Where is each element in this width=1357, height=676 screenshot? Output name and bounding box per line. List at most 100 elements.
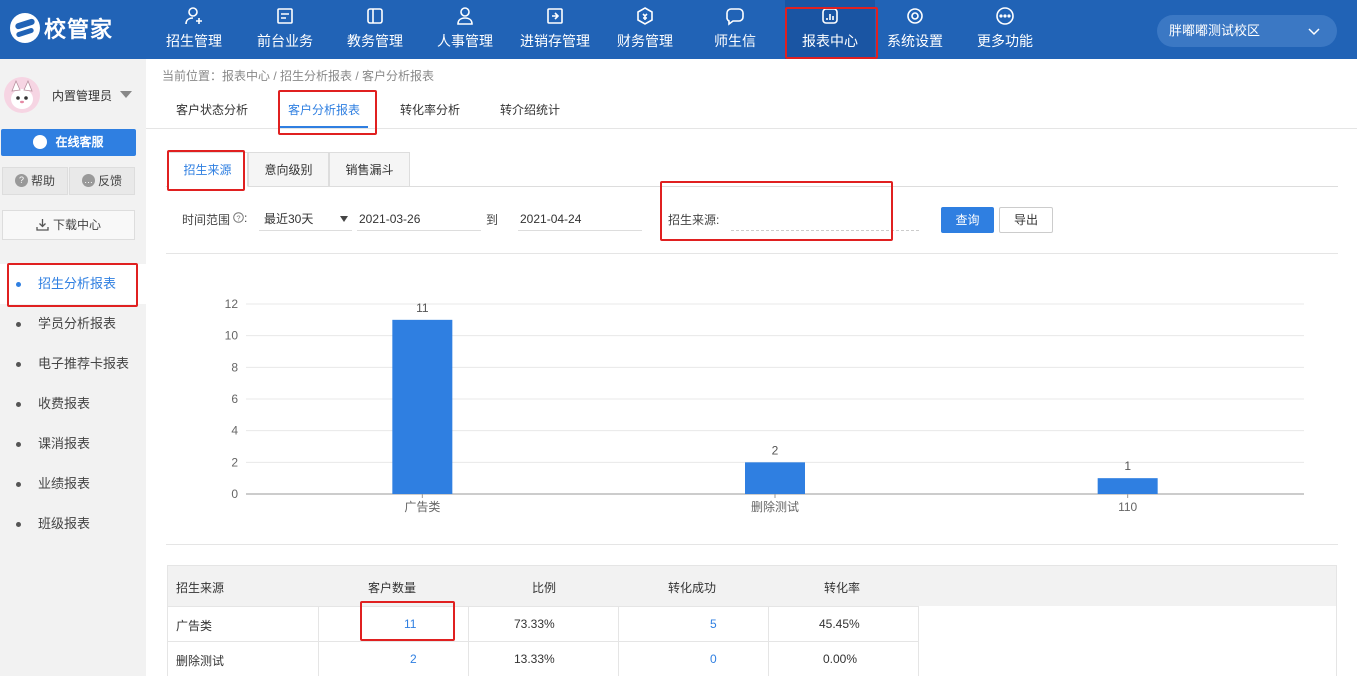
download-icon [36, 219, 49, 231]
y-tick-label: 10 [225, 329, 239, 343]
tab-customer-status[interactable]: 客户状态分析 [176, 101, 248, 118]
bar[interactable] [1097, 478, 1158, 494]
caret-down-icon [340, 216, 348, 222]
tab-conversion-rate[interactable]: 转化率分析 [400, 101, 460, 118]
svg-text:?: ? [236, 213, 240, 222]
subtab-sales-funnel[interactable]: 销售漏斗 [329, 152, 410, 187]
bar-value-label: 1 [1124, 459, 1131, 473]
table-cell-count-link[interactable]: 11 [404, 617, 416, 631]
campus-selector[interactable]: 胖嘟嘟测试校区 [1157, 15, 1337, 47]
more-icon [996, 7, 1014, 25]
tab-referral-stats[interactable]: 转介绍统计 [500, 101, 560, 118]
tabs-divider [146, 128, 1357, 129]
nav-item-inventory[interactable]: 进销存管理 [512, 0, 598, 59]
sidebar-item-performance-report[interactable]: 业绩报表 [0, 464, 146, 504]
sidebar-item-class-report[interactable]: 班级报表 [0, 504, 146, 544]
nav-item-admissions[interactable]: 招生管理 [151, 0, 237, 59]
y-tick-label: 2 [231, 455, 238, 469]
table-header [168, 566, 1336, 606]
user-add-icon [185, 7, 202, 25]
sidebar-item-admission-report[interactable]: 招生分析报表 [0, 264, 146, 304]
table-cell-ratio: 73.33% [514, 617, 555, 631]
header-source: 招生来源 [176, 581, 225, 595]
nav-item-settings[interactable]: 系统设置 [872, 0, 958, 59]
nav-item-finance[interactable]: 财务管理 [602, 0, 688, 59]
brand-name: 校管家 [44, 17, 114, 42]
sidebar-item-class-consumption-report[interactable]: 课消报表 [0, 424, 146, 464]
settings-icon [907, 8, 923, 24]
table-cell-count-link[interactable]: 2 [410, 652, 417, 666]
feedback-icon: … [81, 174, 95, 188]
bar[interactable] [745, 462, 805, 494]
y-tick-label: 8 [231, 360, 238, 374]
breadcrumb: 当前位置：报表中心 / 招生分析报表 / 客户分析报表 [162, 69, 435, 83]
header-converted: 转化成功 [668, 581, 717, 595]
time-range-colon: : [244, 211, 248, 225]
to-label: 到 [486, 213, 499, 227]
nav-item-reports[interactable]: 报表中心 [785, 0, 875, 59]
reception-icon [277, 8, 293, 24]
x-tick-label: 删除测试 [751, 499, 799, 514]
nav-item-front-desk[interactable]: 前台业务 [242, 0, 328, 59]
start-date-input[interactable] [357, 207, 481, 231]
user-menu[interactable]: 内置管理员 [0, 73, 146, 117]
table-cell-ratio: 13.33% [514, 652, 555, 666]
bullet-icon [16, 322, 21, 327]
subtab-admission-source[interactable]: 招生来源 [167, 152, 248, 187]
subtab-intent-level[interactable]: 意向级别 [248, 152, 329, 187]
bullet-icon [16, 362, 21, 367]
sidebar-item-fee-report[interactable]: 收费报表 [0, 384, 146, 424]
export-button[interactable]: 导出 [999, 207, 1053, 233]
help-button[interactable]: ? 帮助 [2, 167, 68, 195]
help-circle-icon[interactable]: ? [233, 212, 244, 223]
source-label: 招生来源: [668, 213, 720, 227]
bar-value-label: 2 [772, 443, 779, 457]
bar[interactable] [392, 319, 453, 494]
download-center-button[interactable]: 下载中心 [2, 210, 135, 240]
report-icon [822, 8, 838, 24]
end-date-input[interactable] [518, 207, 642, 231]
y-tick-label: 0 [231, 487, 238, 501]
book-icon [367, 8, 383, 24]
query-button[interactable]: 查询 [941, 207, 994, 233]
bullet-icon [16, 482, 21, 487]
top-navigation-bar: 校管家 招生管理 前台业务 教务管理 人事管理 进销存管理 财务管理 师生信 报… [0, 0, 1357, 59]
table-cell-rate: 45.45% [819, 617, 860, 631]
brand-logo[interactable]: 校管家 [10, 12, 113, 44]
online-service-button[interactable]: 在线客服 [1, 129, 136, 156]
avatar [4, 77, 40, 113]
nav-item-hr[interactable]: 人事管理 [422, 0, 508, 59]
source-input[interactable] [731, 211, 919, 231]
inventory-icon [547, 8, 563, 24]
table-cell-converted-link[interactable]: 5 [710, 617, 717, 631]
tab-customer-analysis[interactable]: 客户分析报表 [288, 101, 360, 118]
question-icon: ? [14, 174, 28, 188]
caret-down-icon [120, 91, 132, 98]
logo-icon [10, 13, 40, 43]
nav-item-messages[interactable]: 师生信 [692, 0, 778, 59]
message-icon [726, 8, 744, 26]
nav-item-academic[interactable]: 教务管理 [332, 0, 418, 59]
y-tick-label: 12 [225, 297, 239, 311]
sidebar-item-referral-card-report[interactable]: 电子推荐卡报表 [0, 344, 146, 384]
source-table: 招生来源 客户数量 比例 转化成功 转化率 广告类 11 73.33% 5 45… [167, 565, 1337, 676]
time-range-select[interactable]: 最近30天 [259, 207, 352, 231]
sidebar-item-student-report[interactable]: 学员分析报表 [0, 304, 146, 344]
campus-label: 胖嘟嘟测试校区 [1169, 23, 1261, 38]
finance-icon [637, 7, 653, 25]
chevron-down-icon [1308, 28, 1320, 36]
filter-divider [166, 253, 1338, 254]
table-cell-source: 广告类 [176, 619, 213, 633]
chat-icon [33, 134, 48, 149]
bullet-icon [16, 522, 21, 527]
sidebar: 内置管理员 在线客服 ? 帮助 … 反馈 下载中心 招生分析报表 学员分析报表 电子… [0, 59, 146, 676]
table-cell-converted-link[interactable]: 0 [710, 652, 717, 666]
table-cell-rate: 0.00% [823, 652, 858, 666]
bullet-icon [16, 442, 21, 447]
bullet-icon [16, 402, 21, 407]
y-tick-label: 4 [231, 424, 238, 438]
feedback-button[interactable]: … 反馈 [69, 167, 135, 195]
header-ratio: 比例 [532, 581, 557, 595]
x-tick-label: 广告类 [404, 500, 440, 514]
nav-item-more[interactable]: 更多功能 [962, 0, 1048, 59]
